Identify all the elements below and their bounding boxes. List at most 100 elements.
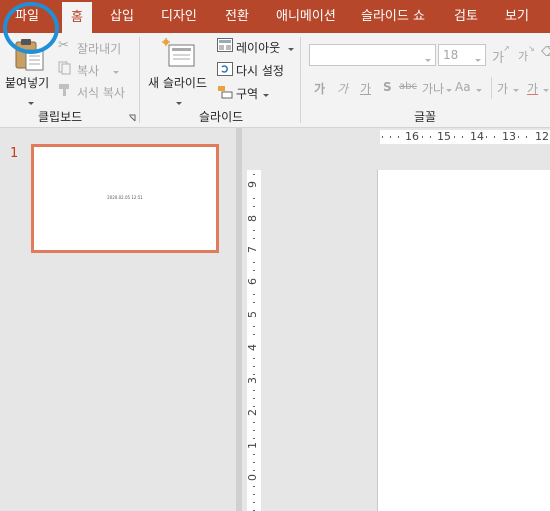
ruler-tick [253, 262, 255, 263]
font-color-button[interactable]: 가 [527, 80, 538, 97]
vertical-ruler[interactable]: 9 8 7 6 5 4 3 2 1 0 [246, 170, 261, 511]
section-button[interactable]: 구역 [236, 85, 258, 102]
tab-insert[interactable]: 삽입 [110, 0, 134, 33]
ruler-tick [454, 136, 455, 138]
ruler-tick [253, 374, 255, 375]
ruler-label: 15 [437, 130, 451, 143]
ruler-tick [253, 494, 255, 495]
slides-group-label: 슬라이드 [199, 110, 244, 124]
paste-button[interactable]: 붙여넣기 [5, 74, 49, 91]
ruler-tick [430, 136, 431, 138]
font-color-dropdown-arrow[interactable] [540, 80, 549, 99]
change-case-button[interactable]: Aa [455, 80, 471, 94]
format-painter-icon [59, 84, 69, 96]
clear-formatting-icon[interactable]: ⌫ [541, 45, 550, 60]
ruler-tick [422, 136, 423, 138]
ruler-tick [253, 302, 255, 303]
ruler-tick [253, 198, 255, 199]
font-name-box[interactable] [309, 44, 436, 66]
change-case-dropdown-arrow[interactable] [473, 80, 482, 99]
layout-dropdown-arrow[interactable] [285, 39, 294, 58]
ribbon: 붙여넣기 ✂ 잘라내기 복사 서식 복사 클립보드 새 슬라이드 레이아웃 다시… [0, 33, 550, 128]
highlight-dropdown-arrow[interactable] [510, 80, 519, 99]
ruler-tick [382, 136, 383, 138]
tab-transitions[interactable]: 전환 [225, 0, 249, 33]
ruler-label: 14 [470, 130, 484, 143]
character-spacing-dropdown-arrow[interactable] [443, 80, 452, 99]
ruler-tick [253, 430, 255, 431]
tab-design[interactable]: 디자인 [161, 0, 197, 33]
ruler-tick [253, 390, 255, 391]
ruler-label: 0 [246, 474, 259, 481]
ruler-tick [253, 422, 255, 423]
file-tab-highlight-circle [3, 2, 59, 54]
ribbon-tab-bar: 파일 홈 삽입 디자인 전환 애니메이션 슬라이드 쇼 검토 보기 [0, 0, 550, 33]
ruler-tick [253, 462, 255, 463]
dialog-launcher-icon[interactable] [128, 114, 136, 122]
tab-animations[interactable]: 애니메이션 [276, 0, 336, 33]
copy-icon [58, 61, 71, 75]
cut-button[interactable]: 잘라내기 [77, 40, 121, 57]
grow-font-arrow-icon: ↗ [503, 44, 510, 53]
tab-home[interactable]: 홈 [62, 2, 92, 33]
font-group-label: 글꼴 [414, 110, 437, 124]
underline-button[interactable]: 가 [360, 80, 371, 97]
new-slide-button[interactable]: 새 슬라이드 [148, 74, 207, 91]
thumbnail-text: 2020.02.05 12:51 [107, 195, 143, 200]
section-dropdown-arrow[interactable] [260, 85, 269, 104]
ruler-label: 8 [246, 215, 259, 222]
copy-dropdown-arrow[interactable] [110, 62, 119, 81]
format-painter-button[interactable]: 서식 복사 [77, 84, 125, 101]
slide-thumbnail[interactable]: 2020.02.05 12:51 [31, 144, 219, 253]
font-size-dropdown-arrow[interactable] [475, 53, 481, 67]
ruler-tick [486, 136, 487, 138]
italic-button[interactable]: 가 [337, 80, 348, 97]
shrink-font-button[interactable]: 가 [518, 48, 528, 64]
group-separator [300, 37, 301, 123]
layout-button[interactable]: 레이아웃 [236, 39, 280, 56]
ruler-label: 13 [502, 130, 516, 143]
ruler-tick [253, 294, 255, 295]
copy-button[interactable]: 복사 [77, 62, 99, 79]
ruler-label: 16 [405, 130, 419, 143]
ruler-tick [253, 454, 255, 455]
ruler-tick [253, 238, 255, 239]
bold-button[interactable]: 가 [314, 80, 325, 97]
character-spacing-button[interactable]: 가나 [422, 80, 444, 97]
tab-slideshow[interactable]: 슬라이드 쇼 [361, 0, 425, 33]
font-size-box[interactable]: 18 [438, 44, 486, 66]
new-slide-dropdown-arrow[interactable] [176, 93, 182, 112]
strikethrough-button[interactable]: abc [399, 81, 417, 92]
ruler-tick [390, 136, 391, 138]
tab-review[interactable]: 검토 [454, 0, 478, 33]
ruler-tick [253, 270, 255, 271]
tab-view[interactable]: 보기 [505, 0, 529, 33]
reset-icon [217, 62, 233, 76]
ruler-tick [253, 366, 255, 367]
horizontal-ruler[interactable]: 16 15 14 13 12 [380, 130, 550, 144]
font-name-dropdown-arrow[interactable] [425, 53, 431, 67]
ruler-tick [253, 470, 255, 471]
ruler-tick [253, 230, 255, 231]
font-size-value: 18 [443, 48, 459, 62]
ruler-label: 12 [535, 130, 549, 143]
layout-icon [217, 38, 233, 52]
reset-button[interactable]: 다시 설정 [236, 62, 284, 79]
font-divider [491, 77, 492, 99]
shadow-button[interactable]: S [383, 80, 392, 94]
ruler-label: 6 [246, 278, 259, 285]
ruler-label: 3 [246, 377, 259, 384]
ruler-tick [526, 136, 527, 138]
ruler-tick [398, 136, 399, 138]
new-slide-icon[interactable] [162, 38, 196, 68]
highlight-button[interactable]: 가 [497, 80, 508, 97]
group-separator [139, 37, 140, 123]
ruler-label: 7 [246, 246, 259, 253]
slide-canvas[interactable] [378, 170, 550, 511]
ruler-tick [253, 486, 255, 487]
ruler-tick [253, 358, 255, 359]
ruler-tick [253, 406, 255, 407]
ruler-tick [253, 334, 255, 335]
ruler-tick [253, 206, 255, 207]
paste-dropdown-arrow[interactable] [28, 93, 34, 112]
